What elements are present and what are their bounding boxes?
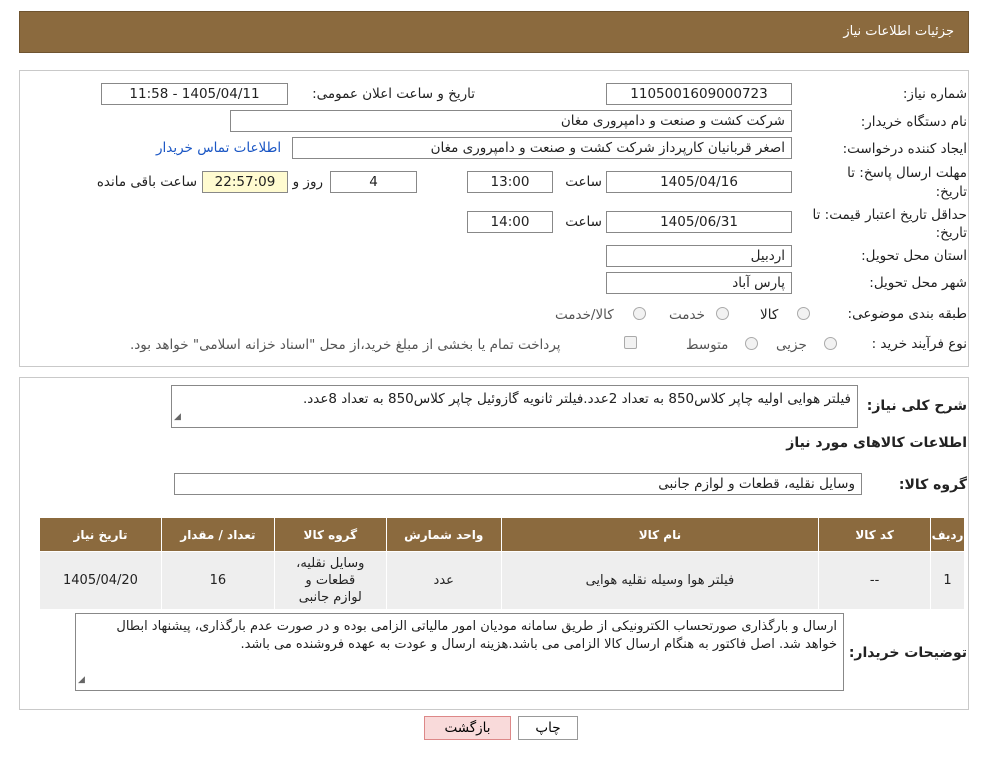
validity-time-field: 14:00 (467, 211, 553, 233)
process-option-minor: جزیی (776, 337, 807, 353)
deadline-label: مهلت ارسال پاسخ: تا (847, 165, 967, 181)
col-code: کد کالا (818, 517, 932, 552)
process-option-medium: متوسط (686, 337, 729, 353)
col-quantity: تعداد / مقدار (160, 517, 275, 552)
col-need-date: تاریخ نیاز (39, 517, 162, 552)
remaining-time-field: 22:57:09 (202, 171, 288, 193)
need-number-field: 1105001609000723 (606, 83, 792, 105)
print-button[interactable]: چاپ (518, 716, 578, 740)
page-title: جزئیات اطلاعات نیاز (843, 24, 954, 39)
description-textarea: فیلتر هوایی اولیه چاپر کلاس850 به تعداد … (171, 385, 858, 428)
goods-group-label: گروه کالا: (898, 477, 967, 493)
category-service-radio[interactable] (716, 307, 729, 320)
category-option-service: خدمت (669, 307, 705, 323)
col-name: نام کالا (500, 517, 820, 552)
category-label: طبقه بندی موضوعی: (847, 306, 967, 322)
description-text: فیلتر هوایی اولیه چاپر کلاس850 به تعداد … (302, 391, 851, 407)
cell-unit: عدد (385, 551, 502, 610)
cell-need-date: 1405/04/20 (39, 551, 162, 610)
treasury-payment-checkbox[interactable] (624, 336, 637, 349)
goods-table: ردیف کد کالا نام کالا واحد شمارش گروه کا… (39, 517, 965, 610)
province-field: اردبیل (606, 245, 792, 267)
cell-name: فیلتر هوا وسیله نقلیه هوایی (500, 551, 820, 610)
validity-time-label: ساعت (565, 214, 602, 230)
deadline-label-date: تاریخ: (935, 184, 967, 200)
col-group: گروه کالا (273, 517, 387, 552)
col-row: ردیف (930, 517, 965, 552)
days-label: روز و (292, 174, 323, 190)
days-remaining-field: 4 (330, 171, 417, 193)
back-button[interactable]: بازگشت (424, 716, 511, 740)
buyer-notes-label: توضیحات خریدار: (848, 645, 967, 661)
cell-code: -- (818, 551, 932, 610)
deadline-date-field: 1405/04/16 (606, 171, 792, 193)
col-unit: واحد شمارش (385, 517, 502, 552)
requester-field: اصغر قربانیان کارپرداز شرکت کشت و صنعت و… (292, 137, 792, 159)
table-row: 1 -- فیلتر هوا وسیله نقلیه هوایی عدد وسا… (39, 551, 965, 610)
buyer-org-label: نام دستگاه خریدار: (860, 114, 967, 130)
cell-row: 1 (930, 551, 965, 610)
need-number-label: شماره نیاز: (902, 86, 967, 102)
category-option-both: کالا/خدمت (555, 307, 614, 323)
category-both-radio[interactable] (633, 307, 646, 320)
buyer-contact-link[interactable]: اطلاعات تماس خریدار (156, 140, 281, 156)
treasury-payment-note: پرداخت تمام یا بخشی از مبلغ خرید،از محل … (130, 337, 561, 353)
process-minor-radio[interactable] (824, 337, 837, 350)
table-header-row: ردیف کد کالا نام کالا واحد شمارش گروه کا… (39, 517, 965, 552)
category-option-goods: کالا (760, 307, 779, 323)
province-label: استان محل تحویل: (861, 248, 967, 264)
city-label: شهر محل تحویل: (869, 275, 967, 291)
buyer-org-field: شرکت کشت و صنعت و دامپروری مغان (230, 110, 792, 132)
page-header: جزئیات اطلاعات نیاز (19, 11, 969, 53)
process-type-label: نوع فرآیند خرید : (871, 336, 967, 352)
deadline-time-label: ساعت (565, 174, 602, 190)
category-goods-radio[interactable] (797, 307, 810, 320)
announce-datetime-field: 1405/04/11 - 11:58 (101, 83, 288, 105)
price-validity-label-date: تاریخ: (935, 225, 967, 241)
description-label: شرح کلی نیاز: (866, 398, 967, 414)
city-field: پارس آباد (606, 272, 792, 294)
remaining-time-label: ساعت باقی مانده (96, 174, 197, 190)
cell-quantity: 16 (160, 551, 275, 610)
buyer-notes-text: ارسال و بارگذاری صورتحساب الکترونیکی از … (116, 619, 837, 652)
required-goods-title: اطلاعات کالاهای مورد نیاز (786, 435, 967, 451)
resize-grip-icon: ◢ (174, 412, 181, 422)
process-medium-radio[interactable] (745, 337, 758, 350)
resize-grip-icon: ◢ (78, 675, 85, 685)
deadline-time-field: 13:00 (467, 171, 553, 193)
requester-label: ایجاد کننده درخواست: (842, 141, 967, 157)
buyer-notes-textarea: ارسال و بارگذاری صورتحساب الکترونیکی از … (75, 613, 844, 691)
validity-date-field: 1405/06/31 (606, 211, 792, 233)
announce-label: تاریخ و ساعت اعلان عمومی: (312, 86, 475, 102)
price-validity-label: حداقل تاریخ اعتبار قیمت: تا (812, 207, 967, 223)
goods-group-field: وسایل نقلیه، قطعات و لوازم جانبی (174, 473, 862, 495)
cell-group: وسایل نقلیه، قطعات و لوازم جانبی (273, 551, 387, 610)
